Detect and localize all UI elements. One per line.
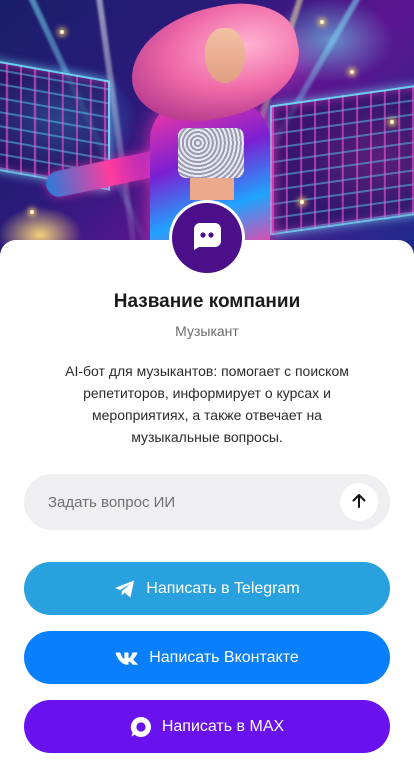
company-name: Название компании bbox=[113, 291, 301, 312]
vk-icon bbox=[115, 651, 139, 665]
ask-ai-field bbox=[24, 474, 390, 530]
telegram-button[interactable]: Написать в Telegram bbox=[24, 562, 390, 615]
arrow-up-icon bbox=[351, 493, 367, 512]
company-description: AI-бот для музыкантов: помогает с поиско… bbox=[65, 363, 349, 445]
vk-button-label: Написать Вконтакте bbox=[149, 648, 299, 666]
chat-bot-icon bbox=[190, 219, 224, 258]
telegram-icon bbox=[114, 579, 136, 599]
telegram-button-label: Написать в Telegram bbox=[146, 579, 300, 597]
page: Название компании Музыкант AI-бот для му… bbox=[0, 0, 414, 770]
ask-ai-input[interactable] bbox=[48, 493, 340, 511]
max-button-label: Написать в MAX bbox=[161, 717, 285, 735]
vk-button[interactable]: Написать Вконтакте bbox=[24, 631, 390, 684]
max-button[interactable]: Написать в MAX bbox=[24, 700, 390, 753]
avatar bbox=[169, 200, 245, 276]
max-icon bbox=[130, 716, 152, 738]
company-role: Музыкант bbox=[175, 323, 239, 339]
avatar-circle bbox=[172, 203, 242, 273]
send-button[interactable] bbox=[340, 483, 378, 521]
